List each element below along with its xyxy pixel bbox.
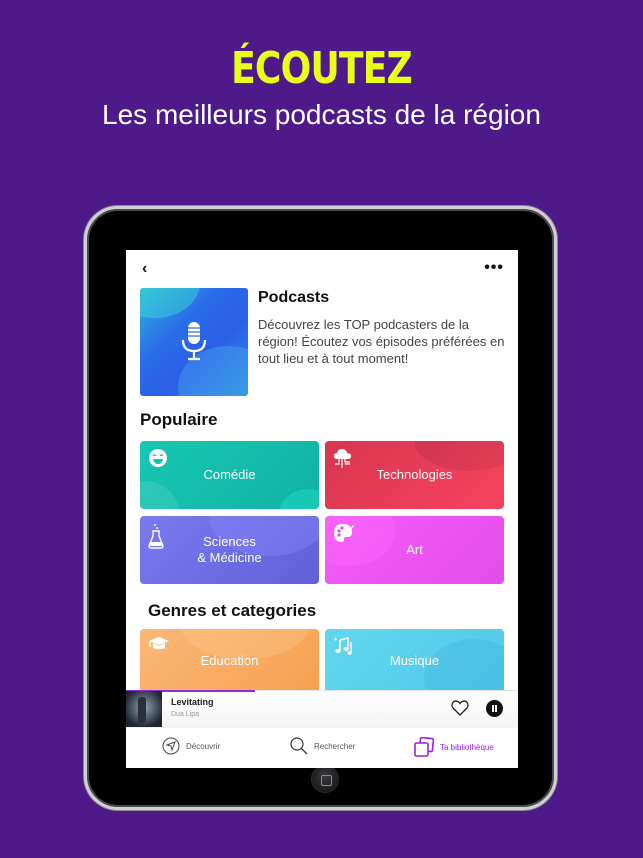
promo-title: ÉCOUTEZ: [231, 43, 413, 94]
tile-label: Comédie: [203, 467, 256, 482]
graduation-cap-icon: [149, 637, 169, 650]
hero-description: Découvrez les TOP podcasters de la régio…: [258, 317, 505, 366]
mini-player[interactable]: Levitating Dua Lipa: [126, 690, 518, 728]
hero-title: Podcasts: [258, 289, 330, 306]
tab-label: Ta bibliothèque: [440, 742, 494, 752]
laughing-face-icon: [149, 449, 167, 467]
tab-decouvrir[interactable]: Découvrir: [162, 737, 220, 755]
compass-icon: [162, 737, 180, 755]
section-title-genres: Genres et categories: [148, 601, 317, 620]
back-button[interactable]: ‹: [142, 260, 147, 278]
tile-label-line2: & Médicine: [197, 550, 262, 565]
tile-technologies[interactable]: Technologies: [325, 441, 504, 509]
album-art: [126, 691, 162, 727]
home-button[interactable]: [311, 765, 339, 793]
tile-comedie[interactable]: Comédie: [140, 441, 319, 509]
tile-label: Education: [200, 653, 259, 668]
search-icon: [290, 737, 308, 755]
tile-label: Art: [406, 542, 423, 557]
app-screen: ‹ ••• Podcasts Découvrez les TOP podcast…: [126, 250, 518, 768]
heart-icon[interactable]: [451, 700, 469, 716]
palette-icon: [334, 524, 354, 542]
tile-label: Technologies: [376, 467, 453, 482]
promo-subtitle: Les meilleurs podcasts de la région: [102, 99, 541, 130]
track-artist: Dua Lipa: [171, 711, 200, 718]
tab-ta-bibliotheque[interactable]: Ta bibliothèque: [414, 737, 494, 757]
tab-bar: Découvrir Rechercher Ta bibliothèque: [126, 728, 518, 768]
pause-icon[interactable]: [486, 700, 503, 717]
podcasts-cover-art: [140, 288, 248, 396]
tile-sciences-medicine[interactable]: Sciences & Médicine: [140, 516, 319, 584]
tile-label: Musique: [389, 653, 440, 668]
more-options-button[interactable]: •••: [484, 259, 504, 277]
tile-education[interactable]: Education: [140, 629, 319, 697]
tab-rechercher[interactable]: Rechercher: [290, 737, 355, 755]
track-title: Levitating: [171, 697, 214, 707]
microphone-icon: [181, 322, 207, 361]
tab-label: Découvrir: [186, 741, 221, 751]
tile-musique[interactable]: Musique: [325, 629, 504, 697]
library-icon: [414, 737, 434, 757]
section-title-popular: Populaire: [140, 410, 218, 429]
tab-label: Rechercher: [314, 741, 356, 751]
tile-art[interactable]: Art: [325, 516, 504, 584]
tile-label-line1: Sciences: [203, 534, 256, 549]
